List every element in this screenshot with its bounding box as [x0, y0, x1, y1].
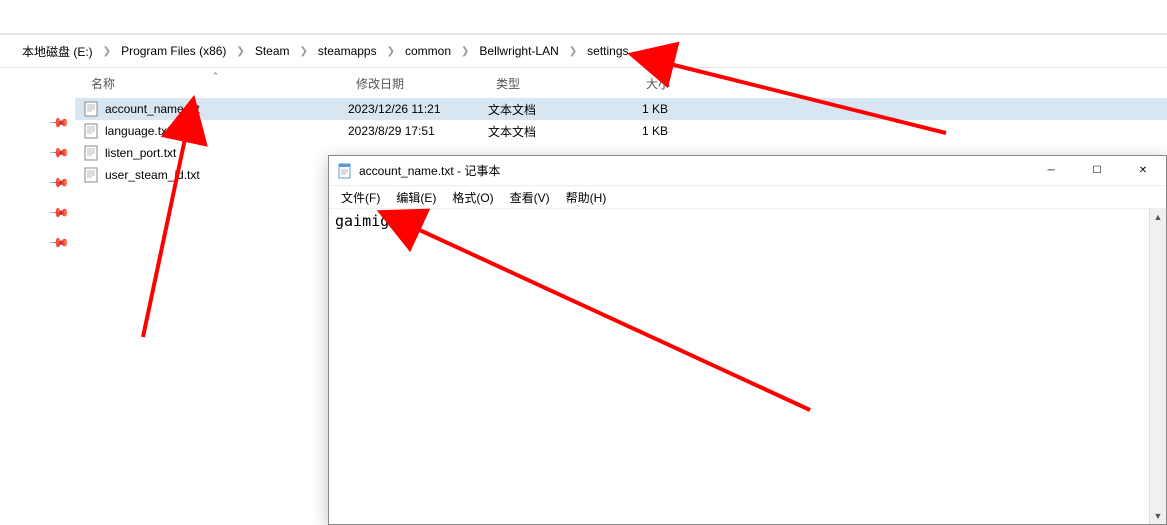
menu-file[interactable]: 文件(F) [333, 187, 388, 208]
menu-view[interactable]: 查看(V) [502, 187, 558, 208]
breadcrumb-item[interactable]: Bellwright-LAN [475, 44, 562, 58]
chevron-right-icon: ❯ [97, 46, 117, 57]
notepad-title: account_name.txt - 记事本 [359, 162, 1028, 179]
file-name: account_name.txt [105, 102, 200, 116]
breadcrumb-item[interactable]: 本地磁盘 (E:) [18, 43, 97, 60]
notepad-content[interactable]: gaimignzi [329, 208, 1166, 524]
chevron-right-icon: ❯ [455, 46, 475, 57]
file-row[interactable]: language.txt 2023/8/29 17:51 文本文档 1 KB [75, 120, 1167, 142]
quick-access-pane: 📌 📌 📌 📌 📌 [0, 68, 75, 525]
file-date: 2023/12/26 11:21 [348, 102, 488, 116]
pin-icon[interactable]: 📌 [48, 172, 77, 201]
menu-help[interactable]: 帮助(H) [558, 187, 615, 208]
column-header-label: 名称 [91, 77, 115, 91]
breadcrumb-item[interactable]: common [401, 44, 455, 58]
file-name: listen_port.txt [105, 146, 176, 160]
text-file-icon [83, 167, 99, 183]
scroll-down-icon[interactable]: ▼ [1150, 507, 1166, 524]
notepad-titlebar[interactable]: account_name.txt - 记事本 ─ ☐ ✕ [329, 156, 1166, 186]
chevron-right-icon: ❯ [230, 46, 250, 57]
pin-icon[interactable]: 📌 [48, 232, 77, 261]
pin-icon[interactable]: 📌 [48, 112, 77, 141]
pin-icon[interactable]: 📌 [48, 142, 77, 171]
breadcrumb-item[interactable]: Steam [251, 44, 294, 58]
breadcrumb-item[interactable]: steamapps [314, 44, 381, 58]
window-top-bar [0, 0, 1167, 34]
chevron-right-icon: ❯ [563, 46, 583, 57]
chevron-right-icon: ❯ [294, 46, 314, 57]
notepad-icon [337, 163, 353, 179]
column-header-row: ⌃ 名称 修改日期 类型 大小 [75, 68, 1167, 98]
text-file-icon [83, 123, 99, 139]
chevron-right-icon: ❯ [381, 46, 401, 57]
menu-edit[interactable]: 编辑(E) [388, 187, 444, 208]
file-type: 文本文档 [488, 123, 608, 140]
notepad-window[interactable]: account_name.txt - 记事本 ─ ☐ ✕ 文件(F) 编辑(E)… [328, 155, 1167, 525]
window-controls: ─ ☐ ✕ [1028, 156, 1166, 186]
menu-format[interactable]: 格式(O) [444, 187, 501, 208]
text-file-icon [83, 101, 99, 117]
column-header-name[interactable]: ⌃ 名称 [83, 75, 348, 92]
minimize-button[interactable]: ─ [1028, 156, 1074, 186]
sort-ascending-icon: ⌃ [212, 71, 220, 82]
file-size: 1 KB [608, 124, 678, 138]
close-button[interactable]: ✕ [1120, 156, 1166, 186]
scroll-up-icon[interactable]: ▲ [1150, 208, 1166, 225]
breadcrumb-item[interactable]: Program Files (x86) [117, 44, 230, 58]
breadcrumb[interactable]: 本地磁盘 (E:) ❯ Program Files (x86) ❯ Steam … [0, 34, 1167, 68]
breadcrumb-item[interactable]: settings [583, 44, 632, 58]
file-date: 2023/8/29 17:51 [348, 124, 488, 138]
file-type: 文本文档 [488, 101, 608, 118]
pin-icon[interactable]: 📌 [48, 202, 77, 231]
notepad-menubar: 文件(F) 编辑(E) 格式(O) 查看(V) 帮助(H) [329, 186, 1166, 208]
text-file-icon [83, 145, 99, 161]
file-row[interactable]: account_name.txt 2023/12/26 11:21 文本文档 1… [75, 98, 1167, 120]
scrollbar-vertical[interactable]: ▲ ▼ [1149, 208, 1166, 524]
file-name: language.txt [105, 124, 170, 138]
maximize-button[interactable]: ☐ [1074, 156, 1120, 186]
file-name: user_steam_id.txt [105, 168, 200, 182]
column-header-size[interactable]: 大小 [608, 75, 678, 92]
file-size: 1 KB [608, 102, 678, 116]
column-header-date[interactable]: 修改日期 [348, 75, 488, 92]
column-header-type[interactable]: 类型 [488, 75, 608, 92]
